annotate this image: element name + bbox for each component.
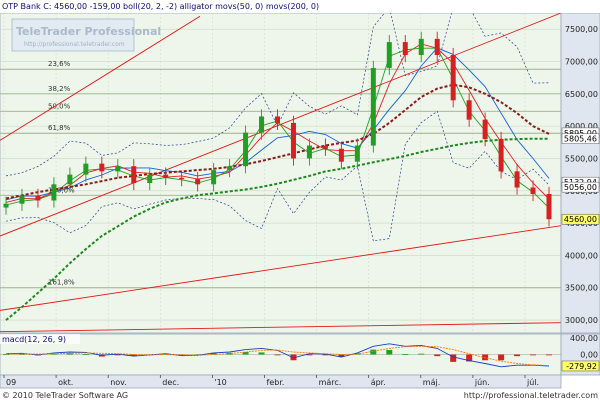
candle-body <box>35 195 41 201</box>
macd-histogram-bar <box>434 354 441 357</box>
candle-body <box>163 174 169 178</box>
candle-body <box>131 166 137 184</box>
candle-body <box>354 145 360 162</box>
candle-body <box>434 38 440 56</box>
candle-body <box>498 139 504 172</box>
macd-histogram-bar <box>498 354 505 361</box>
price-tick-label: 3000,00 <box>565 316 598 325</box>
watermark-url: http://professional.teletrader.com <box>24 41 125 48</box>
candle-body <box>482 119 488 140</box>
candle-body <box>386 42 392 68</box>
candle-body <box>227 166 233 171</box>
macd-histogram-bar <box>274 354 281 356</box>
candle-body <box>115 166 121 172</box>
macd-title: macd(12, 26, 9) <box>2 335 66 344</box>
price-chart[interactable]: 23,6%38,2%50,0%61,8%100,0%161,8% TeleTra… <box>0 13 600 400</box>
candle-body <box>179 177 185 180</box>
candle-body <box>83 163 89 175</box>
candle-body <box>99 163 105 172</box>
time-tick-label: '10 <box>214 378 226 387</box>
time-tick-label: márc. <box>319 378 342 387</box>
candle-body <box>290 122 296 159</box>
macd-histogram-bar <box>530 354 537 356</box>
candle-body <box>3 203 9 208</box>
macd-histogram-bar <box>3 354 9 355</box>
candle-body <box>51 184 57 201</box>
price-tick-label: 7000,00 <box>565 57 598 66</box>
candle-body <box>338 148 344 162</box>
macd-tick-label: 0,00 <box>580 351 598 360</box>
price-flag-label: 5056,00 <box>564 183 597 192</box>
macd-histogram-bar <box>258 352 265 355</box>
candle-body <box>243 132 249 167</box>
footer-copyright: © 2010 TeleTrader Software AG <box>2 391 128 400</box>
price-tick-label: 4000,00 <box>565 251 598 260</box>
candle-body <box>195 179 201 185</box>
candle-body <box>19 195 25 204</box>
macd-histogram-bar <box>418 353 425 355</box>
candle-body <box>147 174 153 184</box>
price-flag-label: 4560,00 <box>564 215 597 224</box>
time-tick-label: dec. <box>162 378 179 387</box>
time-tick-label: 09 <box>6 378 16 387</box>
candle-body <box>275 116 280 123</box>
macd-histogram-bar <box>386 349 393 355</box>
macd-histogram-bar <box>514 354 521 357</box>
macd-histogram-bar <box>402 354 409 355</box>
price-flag-label: 5805,46 <box>564 135 597 144</box>
time-tick-label: nov. <box>110 378 127 387</box>
candle-body <box>530 187 536 195</box>
chart-title-bar: OTP Bank C: 4560,00 -159,00 boll(20, 2, … <box>0 0 600 14</box>
candle-body <box>514 171 520 188</box>
fib-level-label: 23,6% <box>48 60 71 68</box>
candle-body <box>322 145 328 149</box>
fib-level-label: 61,8% <box>48 124 71 132</box>
candle-body <box>546 194 552 220</box>
macd-histogram-bar <box>82 354 89 355</box>
time-tick-label: júl. <box>526 378 539 387</box>
macd-tick-label: 400,00 <box>570 334 598 343</box>
candle-body <box>259 116 265 133</box>
fib-level-label: 38,2% <box>48 85 71 93</box>
candle-body <box>306 145 312 159</box>
candle-body <box>450 55 456 101</box>
price-tick-label: 5500,00 <box>565 154 598 163</box>
candle-body <box>67 174 73 185</box>
time-tick-label: jún. <box>474 378 490 387</box>
macd-histogram-bar <box>370 349 377 355</box>
chart-window: OTP Bank C: 4560,00 -159,00 boll(20, 2, … <box>0 0 600 400</box>
price-tick-label: 7500,00 <box>565 25 598 34</box>
candle-body <box>418 38 424 56</box>
macd-flag-label: -279,92 <box>566 362 597 371</box>
macd-histogram-bar <box>546 354 552 356</box>
price-tick-label: 3500,00 <box>565 284 598 293</box>
watermark-brand: TeleTrader Professional <box>16 25 161 38</box>
candle-body <box>370 67 376 146</box>
candle-body <box>211 170 217 185</box>
time-tick-label: ápr. <box>371 378 386 387</box>
time-tick-label: máj. <box>423 378 440 387</box>
candle-body <box>402 42 408 56</box>
footer-url[interactable]: http://professional.teletrader.com <box>464 391 598 400</box>
time-tick-label: okt. <box>58 378 73 387</box>
candle-body <box>466 100 472 120</box>
time-tick-label: febr. <box>267 378 285 387</box>
price-tick-label: 6500,00 <box>565 90 598 99</box>
chart-title: OTP Bank C: 4560,00 -159,00 boll(20, 2, … <box>2 2 320 11</box>
